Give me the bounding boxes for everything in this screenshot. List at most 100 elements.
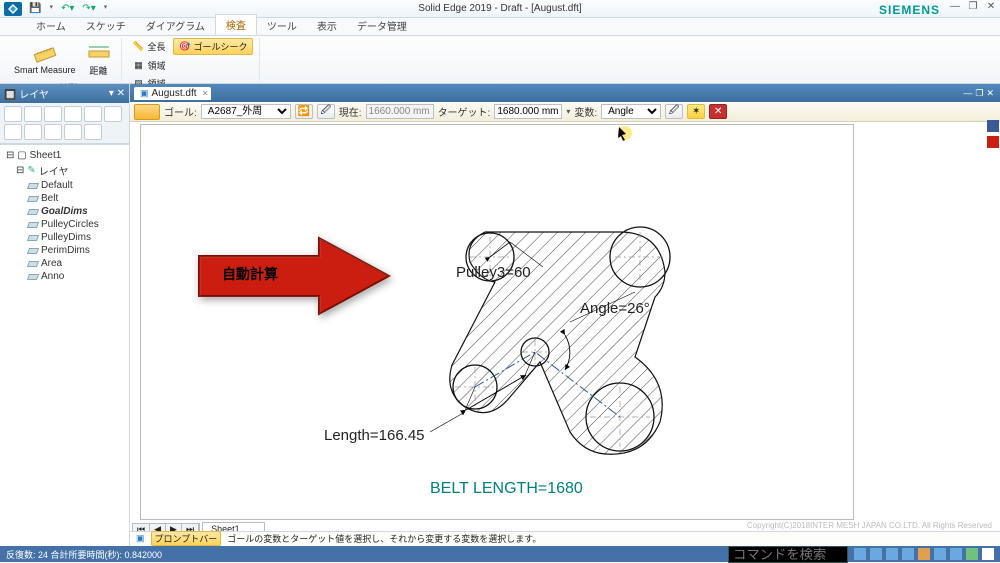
save-icon[interactable]: 💾 xyxy=(26,3,44,14)
status-icon-5[interactable] xyxy=(918,548,930,560)
layer-default[interactable]: Default xyxy=(4,179,125,192)
tab-view[interactable]: 表示 xyxy=(307,16,347,35)
dim-belt-length: BELT LENGTH=1680 xyxy=(430,480,583,498)
document-tab-bar: ▣ August.dft ✕ — ❐ ✕ xyxy=(130,84,1000,102)
ribbon-group-eval: 📏全長 🎯ゴールシーク ▦領域 ▨領域 評価 xyxy=(122,38,260,81)
smart-measure-button[interactable]: Smart Measure xyxy=(10,40,80,77)
total-length-button[interactable]: 📏全長 xyxy=(128,39,170,54)
status-icons xyxy=(854,548,994,560)
layers-tree: ⊟ ▢Sheet1 ⊟✎レイヤ Default Belt GoalDims Pu… xyxy=(0,144,129,546)
minimize-button[interactable]: — xyxy=(948,1,962,12)
strip-youtube-icon[interactable] xyxy=(987,136,999,148)
undo-icon[interactable]: ↶▾ xyxy=(58,3,77,14)
goalseek-run-button[interactable]: ✶ xyxy=(687,104,705,119)
layer-goaldims[interactable]: GoalDims xyxy=(4,205,125,218)
app-menu-button[interactable] xyxy=(4,2,22,16)
status-icon-3[interactable] xyxy=(886,548,898,560)
goalseek-cancel-button[interactable]: ✕ xyxy=(709,104,727,119)
status-bar: 反復数: 24 合計所要時間(秒): 0.842000 xyxy=(0,546,1000,562)
panel-menu-icon[interactable]: ▾ ✕ xyxy=(109,88,125,99)
ribbon: Smart Measure 距離 2D計測 📏全長 🎯ゴールシーク ▦領域 ▨領… xyxy=(0,36,1000,84)
mdi-minimize[interactable]: — xyxy=(963,88,972,99)
layer-area[interactable]: Area xyxy=(4,257,125,270)
qat-more-icon[interactable]: ▾ xyxy=(101,3,111,14)
copyright-text: Copyright(C)2018INTER MESH JAPAN CO.LTD.… xyxy=(747,521,992,530)
goal-seek-bar: ゴール: A2687_外周 🔁 🖉 現在: ターゲット: ▾ 変数: Angle… xyxy=(130,102,1000,122)
maximize-button[interactable]: ❐ xyxy=(966,1,980,12)
layer-tool-6[interactable] xyxy=(104,106,122,122)
dim-angle: Angle=26° xyxy=(580,300,650,317)
prompt-text: ゴールの変数とターゲット値を選択し、それから変更する変数を選択します。 xyxy=(227,532,541,545)
goal-pick-button[interactable]: 🔁 xyxy=(295,104,313,119)
tab-data[interactable]: データ管理 xyxy=(347,16,417,35)
layer-pulleycircles[interactable]: PulleyCircles xyxy=(4,218,125,231)
document-tab-close-icon[interactable]: ✕ xyxy=(202,89,209,98)
layer-anno[interactable]: Anno xyxy=(4,270,125,283)
layer-pulleydims[interactable]: PulleyDims xyxy=(4,231,125,244)
layer-tool-3[interactable] xyxy=(44,106,62,122)
variable-dropdown[interactable]: Angle xyxy=(601,104,661,119)
layer-tool-11[interactable] xyxy=(84,124,102,140)
goal-label: ゴール: xyxy=(164,104,197,119)
layer-belt[interactable]: Belt xyxy=(4,192,125,205)
layer-tool-5[interactable] xyxy=(84,106,102,122)
drawing-canvas[interactable]: 自動計算 Pulley3=60 Angle=26° Length=166.45 … xyxy=(130,122,1000,546)
status-icon-1[interactable] xyxy=(854,548,866,560)
prompt-bar: ▣ プロンプトバー ゴールの変数とターゲット値を選択し、それから変更する変数を選… xyxy=(130,531,1000,545)
mdi-window-controls: — ❐ ✕ xyxy=(963,88,1000,99)
tree-layers[interactable]: ⊟✎レイヤ xyxy=(4,162,125,179)
tab-sketch[interactable]: スケッチ xyxy=(76,16,136,35)
tab-tools[interactable]: ツール xyxy=(257,16,307,35)
command-search-input[interactable] xyxy=(728,546,848,563)
variable-label: 変数: xyxy=(574,104,597,119)
prompt-badge: プロンプトバー xyxy=(151,531,222,546)
ribbon-group-measure: Smart Measure 距離 2D計測 xyxy=(4,38,122,81)
layer-tool-2[interactable] xyxy=(24,106,42,122)
goal-dropdown[interactable]: A2687_外周 xyxy=(201,104,291,119)
status-icon-2[interactable] xyxy=(870,548,882,560)
layer-tool-10[interactable] xyxy=(64,124,82,140)
redo-icon[interactable]: ↷▾ xyxy=(79,3,98,14)
tab-inspect[interactable]: 検査 xyxy=(215,14,257,35)
layer-tool-4[interactable] xyxy=(64,106,82,122)
goal-select-button[interactable]: 🖉 xyxy=(317,104,335,119)
mdi-close[interactable]: ✕ xyxy=(986,88,994,99)
status-icon-7[interactable] xyxy=(950,548,962,560)
layer-tool-8[interactable] xyxy=(24,124,42,140)
document-tab[interactable]: ▣ August.dft ✕ xyxy=(134,87,211,100)
quick-access-toolbar: 💾 ▾ ↶▾ ↷▾ ▾ xyxy=(26,3,110,14)
goal-seek-button[interactable]: 🎯ゴールシーク xyxy=(173,38,253,55)
area-button[interactable]: ▦領域 xyxy=(128,58,170,73)
qat-dropdown-icon[interactable]: ▾ xyxy=(46,3,56,14)
status-icon-4[interactable] xyxy=(902,548,914,560)
tab-home[interactable]: ホーム xyxy=(26,16,76,35)
target-label: ターゲット: xyxy=(438,104,491,119)
canvas-area: ▣ August.dft ✕ — ❐ ✕ ゴール: A2687_外周 🔁 🖉 現… xyxy=(130,84,1000,546)
layer-tool-9[interactable] xyxy=(44,124,62,140)
callout-arrow-text: 自動計算 xyxy=(222,264,278,284)
window-title: Solid Edge 2019 - Draft - [August.dft] xyxy=(0,3,1000,14)
window-controls: — ❐ ✕ xyxy=(948,1,998,12)
status-iterations: 反復数: 24 合計所要時間(秒): 0.842000 xyxy=(6,548,162,561)
layer-tool-1[interactable] xyxy=(4,106,22,122)
strip-facebook-icon[interactable] xyxy=(987,120,999,132)
right-side-strip xyxy=(986,120,1000,148)
close-button[interactable]: ✕ xyxy=(984,1,998,12)
goalseek-icon[interactable] xyxy=(134,104,160,120)
tree-root[interactable]: ⊟ ▢Sheet1 xyxy=(4,149,125,162)
target-value-field[interactable] xyxy=(494,104,562,119)
layer-perimdims[interactable]: PerimDims xyxy=(4,244,125,257)
status-icon-6[interactable] xyxy=(934,548,946,560)
status-icon-8[interactable] xyxy=(966,548,978,560)
layers-title: レイヤ xyxy=(19,90,49,101)
current-value-field[interactable] xyxy=(366,104,434,119)
tab-diagram[interactable]: ダイアグラム xyxy=(136,16,215,35)
smart-measure-label: Smart Measure xyxy=(14,66,76,75)
ribbon-tabs: ホーム スケッチ ダイアグラム 検査 ツール 表示 データ管理 xyxy=(0,18,1000,36)
variable-pick-button[interactable]: 🖉 xyxy=(665,104,683,119)
mdi-restore[interactable]: ❐ xyxy=(975,88,983,99)
layer-tool-7[interactable] xyxy=(4,124,22,140)
distance-button[interactable]: 距離 xyxy=(83,38,115,79)
status-icon-9[interactable] xyxy=(982,548,994,560)
target-dropdown-icon[interactable]: ▾ xyxy=(566,107,570,116)
